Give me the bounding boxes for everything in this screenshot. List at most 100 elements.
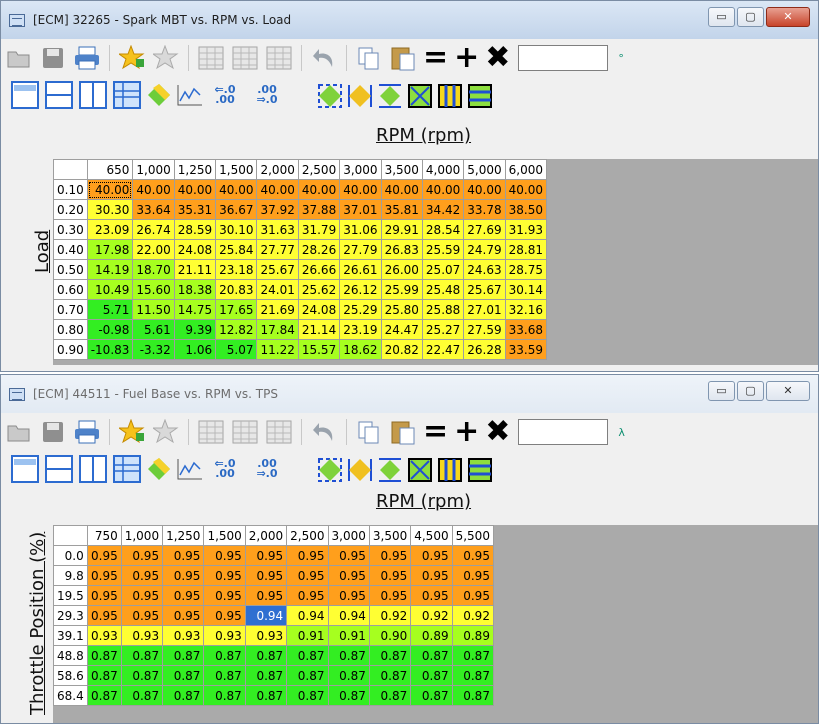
table-cell[interactable]: 40.00: [463, 179, 506, 200]
fill-horizontal-icon[interactable]: [437, 457, 462, 482]
table-cell[interactable]: 14.19: [86, 259, 134, 280]
value-input[interactable]: [518, 45, 609, 71]
column-header[interactable]: 5,000: [463, 159, 506, 180]
table-cell[interactable]: 21.11: [173, 259, 217, 280]
table-cell[interactable]: 0.87: [327, 645, 370, 666]
table-cell[interactable]: 31.06: [339, 219, 382, 240]
table-cell[interactable]: 0.95: [203, 545, 246, 566]
table-cell[interactable]: 15.57: [297, 339, 341, 360]
table-cell[interactable]: 0.87: [120, 645, 164, 666]
row-header[interactable]: 0.80: [53, 319, 88, 340]
table-cell[interactable]: 30.10: [215, 219, 258, 240]
table-cell[interactable]: 34.42: [421, 199, 465, 220]
column-header[interactable]: 1,500: [215, 159, 258, 180]
column-header[interactable]: 3,000: [339, 159, 382, 180]
table-cell[interactable]: 0.92: [410, 605, 453, 626]
table-cell[interactable]: 33.64: [132, 199, 175, 220]
plus-icon[interactable]: +: [454, 417, 479, 447]
table-cell[interactable]: 0.95: [410, 565, 453, 586]
table-cell[interactable]: 0.95: [203, 565, 246, 586]
table-cell[interactable]: 40.00: [256, 179, 299, 200]
table-cell[interactable]: 0.93: [244, 625, 288, 646]
table-cell[interactable]: 21.14: [297, 319, 341, 340]
remove-favorite-icon[interactable]: [152, 418, 180, 446]
table-cell[interactable]: 0.90: [368, 625, 412, 646]
column-header[interactable]: 1,000: [120, 525, 164, 546]
table-cell[interactable]: 0.95: [286, 545, 329, 566]
table-icon[interactable]: [231, 418, 259, 446]
table-cell[interactable]: 0.94: [286, 605, 329, 626]
table-cell[interactable]: 0.87: [451, 645, 494, 666]
table-cell[interactable]: 18.62: [339, 339, 382, 360]
table-cell[interactable]: 5.07: [215, 339, 258, 360]
table-cell[interactable]: -0.98: [86, 319, 134, 340]
table-cell[interactable]: 28.81: [504, 239, 548, 260]
table-cell[interactable]: 25.67: [256, 259, 299, 280]
row-header[interactable]: 0.60: [53, 279, 88, 300]
table-cell[interactable]: 25.07: [421, 259, 465, 280]
table-cell[interactable]: 0.87: [162, 645, 205, 666]
table-cell[interactable]: 0.95: [368, 585, 412, 606]
table-cell[interactable]: 9.39: [173, 319, 217, 340]
column-header[interactable]: 4,000: [421, 159, 465, 180]
table-cell[interactable]: 0.87: [162, 685, 205, 706]
grid-view-icon[interactable]: [113, 81, 141, 109]
table-cell[interactable]: 0.87: [368, 685, 412, 706]
interpolate-icon[interactable]: [317, 83, 342, 108]
fill-selection-icon[interactable]: [407, 83, 432, 108]
multiply-icon[interactable]: ✖: [485, 43, 510, 73]
table-cell[interactable]: 40.00: [132, 179, 175, 200]
table-cell[interactable]: 0.95: [120, 585, 164, 606]
column-header[interactable]: 1,250: [162, 525, 205, 546]
table-cell[interactable]: 20.82: [380, 339, 423, 360]
column-header[interactable]: 650: [86, 159, 134, 180]
table-cell[interactable]: 24.08: [297, 299, 341, 320]
table-cell[interactable]: 0.87: [286, 685, 329, 706]
color-fill-icon[interactable]: [147, 83, 171, 107]
table-cell[interactable]: 0.91: [327, 625, 370, 646]
graph-icon[interactable]: [177, 83, 202, 107]
table-cell[interactable]: 26.61: [339, 259, 382, 280]
table-cell[interactable]: 10.49: [86, 279, 134, 300]
table-cell[interactable]: 22.00: [132, 239, 175, 260]
table-cell[interactable]: 27.01: [463, 299, 506, 320]
row-header[interactable]: 39.1: [53, 625, 88, 646]
table-cell[interactable]: 24.79: [463, 239, 506, 260]
table-cell[interactable]: 0.95: [162, 605, 205, 626]
vertical-split-icon[interactable]: [79, 455, 107, 483]
table-cell[interactable]: 25.67: [463, 279, 506, 300]
table-cell[interactable]: 25.84: [215, 239, 258, 260]
table-cell[interactable]: 5.71: [86, 299, 134, 320]
table-cell[interactable]: 0.95: [327, 545, 370, 566]
row-header[interactable]: 0.40: [53, 239, 88, 260]
table-cell[interactable]: 0.95: [327, 585, 370, 606]
table-cell[interactable]: 0.95: [286, 585, 329, 606]
fill-vertical-icon[interactable]: [467, 83, 492, 108]
table-cell[interactable]: 28.75: [504, 259, 548, 280]
table-cell[interactable]: 11.22: [256, 339, 299, 360]
table-cell[interactable]: -3.32: [132, 339, 175, 360]
table-cell[interactable]: 0.95: [410, 585, 453, 606]
table-cell[interactable]: 24.08: [173, 239, 217, 260]
table-cell[interactable]: 27.77: [256, 239, 299, 260]
undo-icon[interactable]: [310, 44, 338, 72]
table-cell[interactable]: 35.81: [380, 199, 423, 220]
table-cell[interactable]: 33.78: [463, 199, 506, 220]
table-cell[interactable]: 0.87: [203, 665, 246, 686]
table-cell[interactable]: 1.06: [173, 339, 217, 360]
table-cell[interactable]: 0.95: [162, 545, 205, 566]
table-cell[interactable]: 0.95: [244, 565, 288, 586]
table-cell[interactable]: 0.87: [244, 685, 288, 706]
column-header[interactable]: 1,250: [173, 159, 217, 180]
table-cell[interactable]: 0.95: [451, 545, 494, 566]
table-cell[interactable]: 0.93: [203, 625, 246, 646]
table-cell[interactable]: 0.87: [203, 645, 246, 666]
table-cell[interactable]: 40.00: [215, 179, 258, 200]
minimize-button[interactable]: ▭: [708, 7, 735, 27]
color-fill-icon[interactable]: [147, 457, 171, 481]
column-header[interactable]: 3,000: [327, 525, 370, 546]
graph-icon[interactable]: [177, 457, 202, 481]
fill-vertical-icon[interactable]: [467, 457, 492, 482]
paste-icon[interactable]: [389, 44, 417, 72]
table-cell[interactable]: 31.63: [256, 219, 299, 240]
